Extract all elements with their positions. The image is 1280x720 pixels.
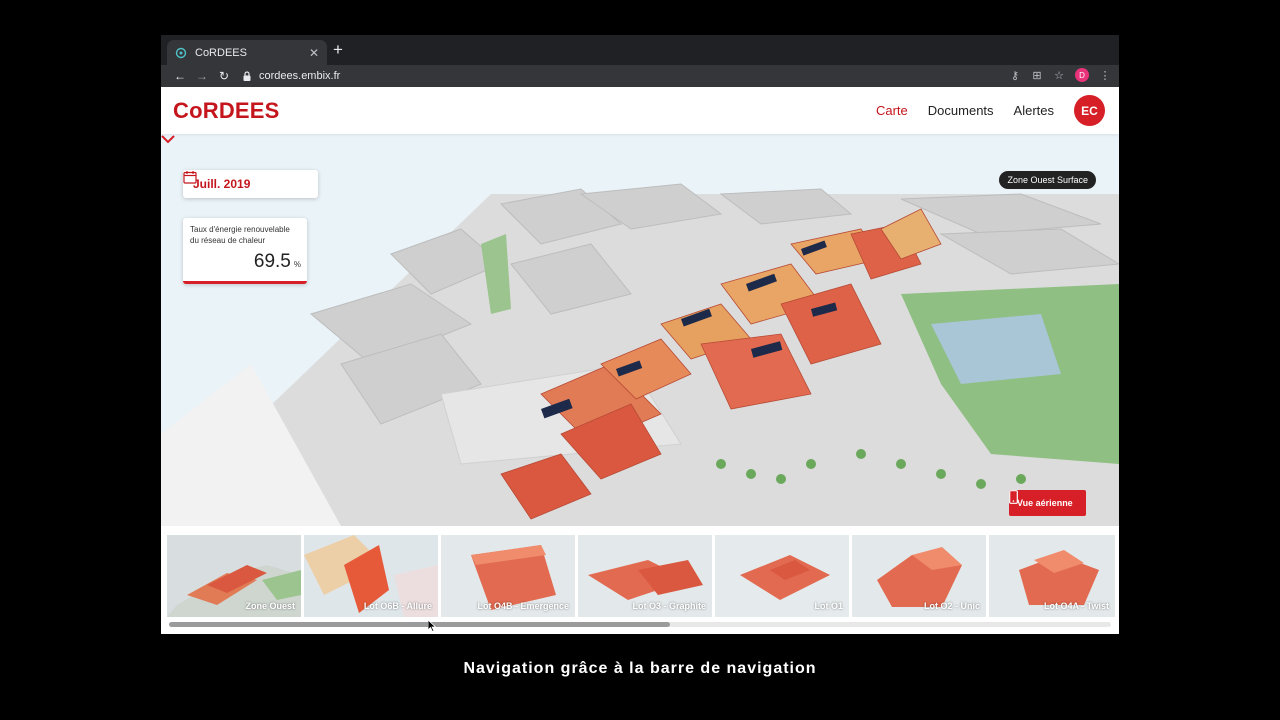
carousel-item-label: Lot O1 [814, 601, 844, 611]
aerial-view-label: Vue aérienne [1017, 498, 1073, 508]
forward-arrow-icon[interactable]: → [191, 69, 213, 83]
energy-kpi-card: Taux d'énergie renouvelable du réseau de… [183, 218, 307, 284]
kpi-value-group: 69.5 % [254, 251, 301, 273]
navigation-carousel: Zone Ouest Lot O6B - Allure Lot O4B - Em… [161, 526, 1119, 634]
carousel-item-label: Lot O2 - Unic [924, 601, 980, 611]
zone-label[interactable]: Zone Ouest Surface [999, 171, 1096, 189]
carousel-item-label: Lot O3 - Graphite [632, 601, 706, 611]
key-icon[interactable]: ⚷ [1009, 69, 1021, 82]
app-favicon-icon [175, 47, 187, 58]
menu-dots-icon[interactable]: ⋮ [1099, 69, 1111, 82]
carousel-scrollbar-thumb[interactable] [169, 622, 670, 627]
carousel-item[interactable]: Lot O2 - Unic [852, 535, 986, 617]
kpi-value: 69.5 [253, 251, 291, 272]
carousel-scrollbar[interactable] [169, 622, 1111, 627]
calendar-icon [183, 171, 197, 184]
date-selector[interactable]: Juill. 2019 [183, 170, 318, 198]
carousel-item[interactable]: Zone Ouest [167, 535, 301, 617]
main-nav: Carte Documents Alertes EC [876, 95, 1105, 126]
nav-alerts-link[interactable]: Alertes [1014, 103, 1054, 118]
carousel-item[interactable]: Lot O3 - Graphite [578, 535, 712, 617]
lock-icon [243, 71, 251, 81]
translate-icon[interactable]: ⊞ [1031, 69, 1043, 82]
browser-toolbar: ← → ↻ cordees.embix.fr ⚷ ⊞ ☆ D ⋮ [161, 65, 1119, 87]
kpi-unit: % [293, 260, 301, 269]
tab-strip: CoRDEES ✕ + [161, 35, 1119, 65]
phone-icon [1009, 490, 1018, 504]
nav-documents-link[interactable]: Documents [928, 103, 994, 118]
date-value: Juill. 2019 [193, 177, 251, 191]
aerial-view-button[interactable]: Vue aérienne [1009, 490, 1086, 516]
mouse-cursor-icon [428, 620, 436, 632]
star-icon[interactable]: ☆ [1053, 69, 1065, 82]
profile-avatar[interactable]: D [1075, 68, 1089, 82]
carousel-item-label: Lot O6B - Allure [363, 601, 432, 611]
browser-window: CoRDEES ✕ + ← → ↻ cordees.embix.fr ⚷ ⊞ ☆… [161, 35, 1119, 634]
kpi-label: Taux d'énergie renouvelable du réseau de… [190, 225, 290, 245]
tab-title: CoRDEES [195, 46, 247, 59]
address-bar[interactable]: cordees.embix.fr [241, 70, 340, 82]
carousel-item-label: Lot O4B - Emergence [477, 601, 569, 611]
toolbar-actions: ⚷ ⊞ ☆ D ⋮ [1009, 68, 1111, 82]
map-view[interactable]: Juill. 2019 Taux d'énergie renouvelable … [161, 134, 1119, 526]
video-caption: Navigation grâce à la barre de navigatio… [463, 660, 817, 677]
back-arrow-icon[interactable]: ← [169, 69, 191, 83]
carousel-item-label: Zone Ouest [245, 601, 295, 611]
carousel-item[interactable]: Lot O1 [715, 535, 849, 617]
chevron-down-icon[interactable] [161, 134, 175, 144]
user-avatar[interactable]: EC [1074, 95, 1105, 126]
carousel-item[interactable]: Lot O4B - Emergence [441, 535, 575, 617]
carousel-track: Zone Ouest Lot O6B - Allure Lot O4B - Em… [167, 535, 1115, 617]
carousel-item-label: Lot O4A - Twist [1044, 601, 1109, 611]
browser-tab[interactable]: CoRDEES ✕ [167, 40, 327, 65]
new-tab-icon[interactable]: + [333, 41, 343, 59]
url-text: cordees.embix.fr [259, 70, 341, 82]
carousel-item[interactable]: Lot O4A - Twist [989, 535, 1115, 617]
nav-map-link[interactable]: Carte [876, 103, 908, 118]
app-header: CoRDEES Carte Documents Alertes EC [161, 87, 1119, 134]
reload-icon[interactable]: ↻ [213, 69, 235, 83]
tab-close-icon[interactable]: ✕ [309, 46, 319, 60]
brand-logo[interactable]: CoRDEES [173, 98, 280, 124]
carousel-item[interactable]: Lot O6B - Allure [304, 535, 438, 617]
